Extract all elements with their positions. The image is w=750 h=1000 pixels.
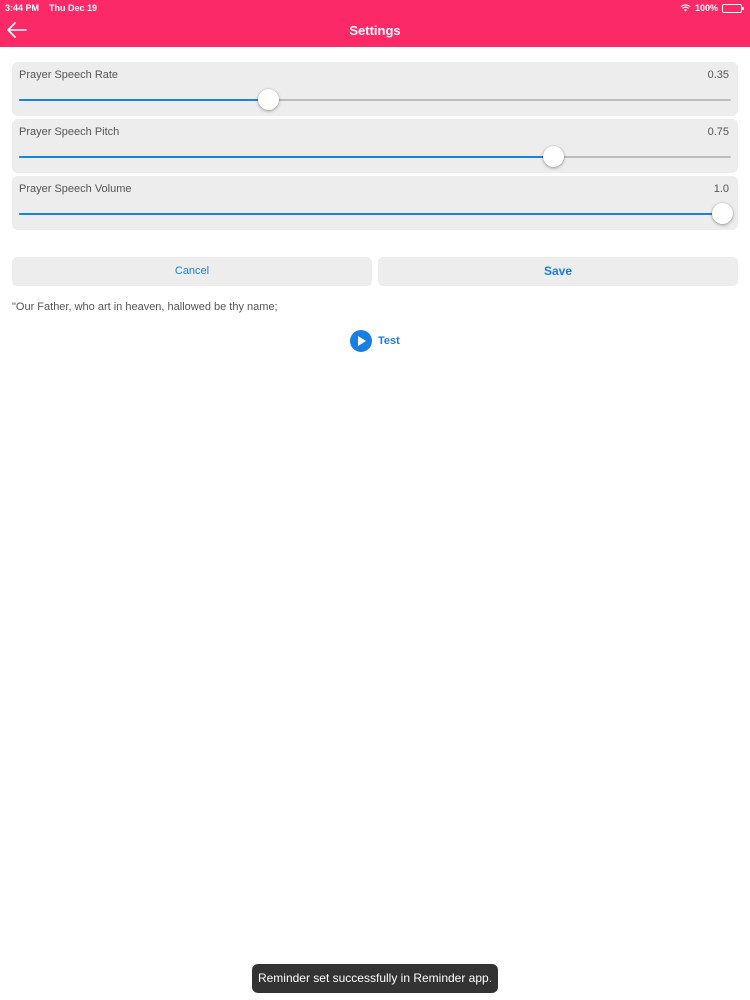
speech-pitch-slider[interactable] (19, 146, 731, 167)
status-indicators: 100% (680, 3, 744, 13)
test-label[interactable]: Test (378, 335, 400, 347)
status-bar: 3:44 PM Thu Dec 19 100% (0, 0, 750, 16)
speech-volume-slider[interactable] (19, 203, 733, 224)
speech-volume-slider-fill (19, 213, 731, 215)
speech-pitch-value: 0.75 (707, 126, 729, 138)
speech-rate-slider-thumb[interactable] (258, 89, 280, 110)
play-icon[interactable] (350, 330, 372, 352)
speech-pitch-label: Prayer Speech Pitch (19, 126, 120, 138)
page-title: Settings (349, 23, 401, 38)
wifi-icon (680, 4, 691, 12)
app-header: 3:44 PM Thu Dec 19 100% Settings (0, 0, 750, 47)
status-time: 3:44 PM (5, 3, 40, 13)
speech-volume-value: 1.0 (713, 183, 729, 195)
status-date: Thu Dec 19 (49, 3, 98, 13)
toast-message: Reminder set successfully in Reminder ap… (252, 964, 498, 993)
battery-percent: 100% (694, 3, 718, 13)
cancel-button[interactable]: Cancel (12, 257, 372, 286)
battery-icon (722, 3, 744, 13)
speech-rate-value: 0.35 (707, 69, 729, 81)
speech-volume-setting: Prayer Speech Volume 1.0 (12, 176, 738, 230)
speech-volume-slider-thumb[interactable] (712, 203, 733, 224)
speech-rate-slider[interactable] (19, 89, 731, 110)
speech-pitch-slider-fill (19, 156, 553, 158)
speech-rate-slider-fill (19, 99, 269, 101)
save-button[interactable]: Save (378, 257, 738, 286)
speech-pitch-slider-thumb[interactable] (543, 146, 564, 167)
speech-rate-setting: Prayer Speech Rate 0.35 (12, 62, 738, 116)
speech-rate-label: Prayer Speech Rate (19, 69, 119, 81)
speech-pitch-setting: Prayer Speech Pitch 0.75 (12, 119, 738, 173)
speech-volume-label: Prayer Speech Volume (19, 183, 132, 195)
test-button[interactable]: Test (350, 330, 400, 352)
prayer-preview-text: "Our Father, who art in heaven, hallowed… (12, 301, 278, 313)
